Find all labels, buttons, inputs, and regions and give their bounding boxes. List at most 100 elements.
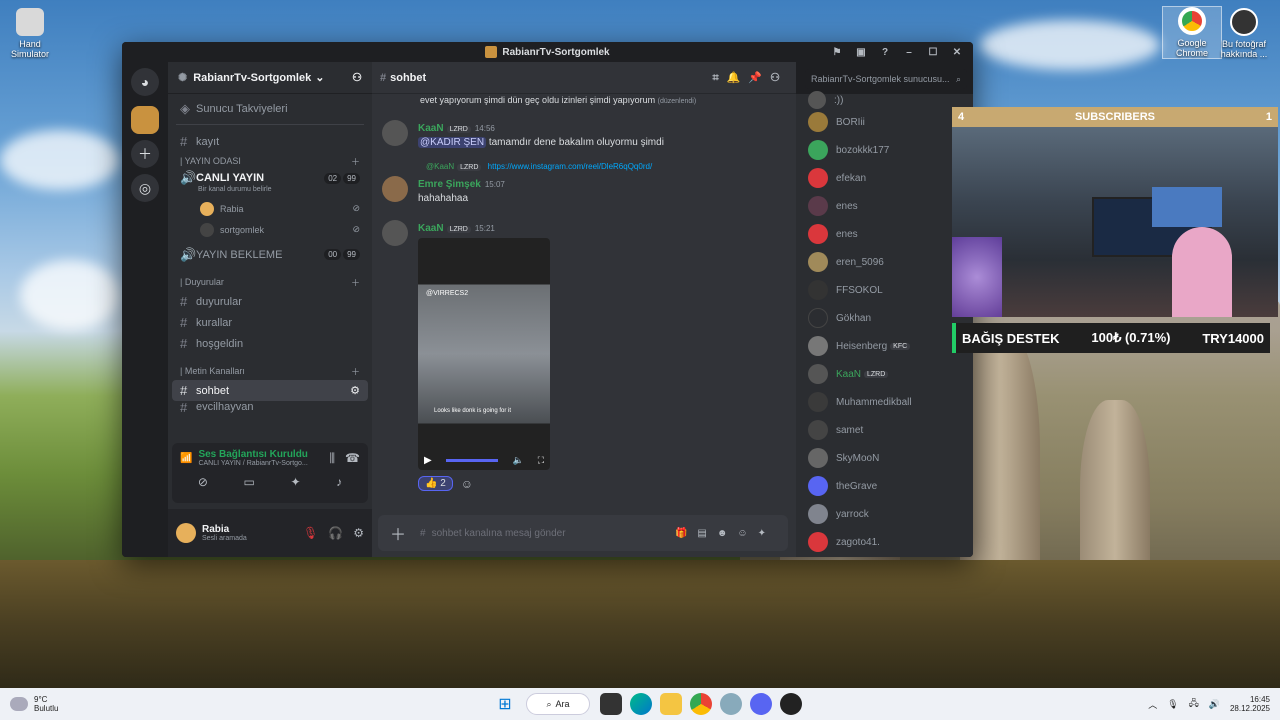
- channel-hosgeldin[interactable]: # hoşgeldin: [172, 333, 368, 354]
- channel-sidebar: ✺ RabianrTv-Sortgomlek ⌄ ⚇ ◈ Sunucu Takvi…: [168, 62, 372, 557]
- member-item[interactable]: enes: [796, 192, 973, 220]
- invite-icon[interactable]: ⚇: [352, 71, 362, 84]
- member-item[interactable]: Gökhan: [796, 304, 973, 332]
- mic-muted-icon[interactable]: 🎙: [303, 526, 318, 540]
- avatar[interactable]: [176, 523, 196, 543]
- noise-icon[interactable]: ⫼: [330, 451, 336, 466]
- channel-kayit[interactable]: # kayıt: [172, 131, 368, 152]
- channel-sohbet[interactable]: # sohbet ⚙: [172, 380, 368, 401]
- user-panel: Rabia Sesli aramada 🎙 🎧 ⚙: [168, 509, 372, 557]
- header-tools[interactable]: ⌗🔔📌⚇: [713, 71, 788, 85]
- avatar: [200, 201, 214, 216]
- member-item[interactable]: KaaN LZRD: [796, 360, 973, 388]
- add-reaction-icon[interactable]: ☺: [461, 477, 473, 491]
- desktop-icon-hand-simulator[interactable]: Hand Simulator: [0, 8, 60, 59]
- settings-icon[interactable]: ⚙: [350, 384, 360, 397]
- server-icon-rabianrtv[interactable]: [131, 106, 159, 134]
- help-icon[interactable]: ?: [875, 44, 895, 60]
- reaction-thumbs-up[interactable]: 👍 2: [418, 476, 453, 491]
- member-item[interactable]: theGrave: [796, 472, 973, 500]
- chevron-up-icon[interactable]: ︿: [1148, 698, 1157, 711]
- windows-start-icon[interactable]: ⊞: [494, 693, 516, 715]
- mic-icon[interactable]: 🎙: [1167, 699, 1178, 710]
- headphones-muted-icon[interactable]: 🎧: [328, 526, 343, 540]
- volume-icon[interactable]: 🔊: [1209, 699, 1220, 710]
- channel-duyurular[interactable]: # duyurular: [172, 291, 368, 312]
- minimize-button[interactable]: –: [899, 44, 919, 60]
- taskbar-search[interactable]: ⌕ Ara: [526, 693, 590, 715]
- member-item[interactable]: BORIii: [796, 108, 973, 136]
- member-item[interactable]: samet: [796, 416, 973, 444]
- member-item[interactable]: SkyMooN: [796, 444, 973, 472]
- category-metin-kanallari[interactable]: | Metin Kanalları ＋: [168, 362, 372, 380]
- clock[interactable]: 16:45 28.12.2025: [1230, 695, 1270, 713]
- category-yayin-odasi[interactable]: | YAYIN ODASI ＋: [168, 152, 372, 170]
- channel-status-hint[interactable]: Bir kanal durumu belirle: [168, 186, 372, 198]
- desktop-icon-photo-info[interactable]: Bu fotoğraf hakkında ...: [1214, 8, 1274, 59]
- voice-status[interactable]: Ses Bağlantısı Kuruldu: [198, 449, 307, 460]
- category-duyurular[interactable]: | Duyurular ＋: [168, 273, 372, 291]
- user-settings-icon[interactable]: ⚙: [353, 526, 364, 540]
- file-explorer-icon[interactable]: [660, 693, 682, 715]
- member-item[interactable]: :)): [796, 91, 973, 109]
- fullscreen-icon[interactable]: ⛶: [538, 455, 544, 466]
- reply-preview[interactable]: @KaaN LZRD https://www.instagram.com/reel…: [382, 162, 788, 171]
- member-item[interactable]: zagoto41.: [796, 528, 973, 556]
- message-input[interactable]: sohbet kanalına mesaj gönder: [432, 528, 566, 539]
- avatar[interactable]: [382, 220, 408, 246]
- add-attachment-icon[interactable]: ＋: [390, 521, 406, 545]
- avatar[interactable]: [382, 176, 408, 202]
- play-icon[interactable]: ▶: [424, 455, 432, 466]
- screen-icon[interactable]: ▣: [851, 44, 871, 60]
- member-item[interactable]: yarrock: [796, 500, 973, 528]
- discord-home-icon[interactable]: ◕: [131, 68, 159, 96]
- task-view-icon[interactable]: [600, 693, 622, 715]
- weather-widget[interactable]: 9°C Bulutlu: [10, 695, 58, 713]
- server-header[interactable]: ✺ RabianrTv-Sortgomlek ⌄ ⚇: [168, 62, 372, 94]
- network-icon[interactable]: 🖧: [1189, 696, 1199, 712]
- discord-window: RabianrTv-Sortgomlek ⚑ ▣ ? – ☐ ✕ ◕ ＋ ◎ ✺…: [122, 42, 973, 557]
- desktop-icon-chrome[interactable]: Google Chrome: [1162, 6, 1222, 59]
- member-item[interactable]: enes: [796, 220, 973, 248]
- avatar[interactable]: [382, 120, 408, 146]
- window-title: RabianrTv-Sortgomlek: [502, 46, 610, 58]
- camera-off-icon[interactable]: ⊘: [198, 475, 208, 489]
- member-item[interactable]: eren_5096: [796, 248, 973, 276]
- mention[interactable]: @KADIR ŞEN: [418, 137, 487, 148]
- video-embed[interactable]: @VIRRECS2 Looks like donk is going for i…: [418, 238, 550, 470]
- disconnect-icon[interactable]: ☎: [345, 451, 360, 465]
- activities-icon[interactable]: ✦: [290, 475, 300, 489]
- voice-user-rabia[interactable]: Rabia ⊘: [172, 198, 368, 219]
- video-progress[interactable]: [446, 459, 498, 462]
- member-item[interactable]: FFSOKOL: [796, 276, 973, 304]
- volume-icon[interactable]: 🔈: [513, 455, 524, 466]
- message-1: KaaN LZRD 14:56 @KADIR ŞEN tamamdır dene b…: [382, 120, 788, 148]
- close-button[interactable]: ✕: [947, 44, 967, 60]
- edge-icon[interactable]: [630, 693, 652, 715]
- voice-user-sortgomlek[interactable]: sortgomlek ⊘: [172, 219, 368, 240]
- member-item[interactable]: Heisenberg KFC: [796, 332, 973, 360]
- voice-channel-canli-yayin[interactable]: 🔊 CANLI YAYIN 02 99: [172, 170, 368, 186]
- server-badge-icon: ✺: [178, 72, 188, 84]
- screen-share-icon[interactable]: ▭: [244, 475, 255, 489]
- discord-taskbar-icon[interactable]: [750, 693, 772, 715]
- server-boosts[interactable]: ◈ Sunucu Takviyeleri: [172, 98, 368, 119]
- inbox-flag-icon[interactable]: ⚑: [827, 44, 847, 60]
- voice-channel-yayin-bekleme[interactable]: 🔊 YAYIN BEKLEME 00 99: [172, 244, 368, 265]
- member-item[interactable]: efekan: [796, 164, 973, 192]
- obs-icon[interactable]: [780, 693, 802, 715]
- channel-evcilhayvan[interactable]: # evcilhayvan: [172, 401, 368, 413]
- member-item[interactable]: bozokkk177: [796, 136, 973, 164]
- app-icon[interactable]: [720, 693, 742, 715]
- soundboard-icon[interactable]: ♪: [336, 475, 342, 489]
- voice-icon: 🔊: [180, 246, 197, 262]
- search-input[interactable]: RabianrTv-Sortgomlek sunucusu... ⌕: [805, 69, 967, 89]
- composer-tools[interactable]: 🎁▤☻☺✦: [675, 528, 776, 539]
- member-item[interactable]: Muhammedikball: [796, 388, 973, 416]
- voice-detail[interactable]: CANLI YAYIN / RabianrTv-Sortgo...: [198, 460, 307, 467]
- channel-kurallar[interactable]: # kurallar: [172, 312, 368, 333]
- chrome-taskbar-icon[interactable]: [690, 693, 712, 715]
- maximize-button[interactable]: ☐: [923, 44, 943, 60]
- discover-icon[interactable]: ◎: [131, 174, 159, 202]
- add-server-icon[interactable]: ＋: [131, 140, 159, 168]
